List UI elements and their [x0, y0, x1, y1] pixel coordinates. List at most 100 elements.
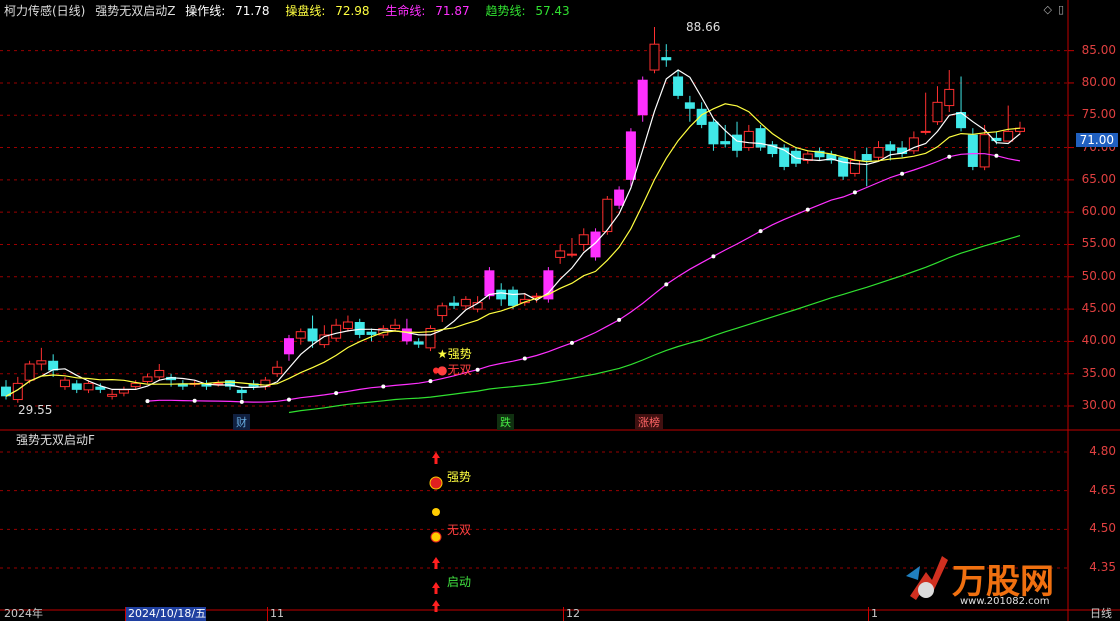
life-line-dot: [428, 379, 433, 384]
life-line-dot: [286, 397, 291, 402]
life-value: 71.87: [435, 4, 470, 18]
life-line-dot: [617, 317, 622, 322]
candle-body: [614, 189, 625, 206]
candle-body: [590, 231, 601, 258]
candle-body: [684, 102, 695, 109]
trend-value: 57.43: [535, 4, 570, 18]
pan-line-label: 操盘线: 72.98: [285, 4, 375, 18]
stock-name[interactable]: 柯力传感(日线): [4, 4, 85, 18]
candle-body: [460, 298, 471, 307]
date-year: 2024年: [4, 607, 43, 620]
candle-body: [979, 134, 990, 168]
candle-body: [36, 360, 47, 365]
life-line-dot: [381, 384, 386, 389]
low-price-label: 29.55: [18, 403, 53, 417]
candle-body: [130, 382, 141, 388]
period-label[interactable]: 日线: [1088, 607, 1112, 621]
price-axis-label: 55.00: [1081, 236, 1116, 251]
trend-label-text: 趋势线:: [485, 4, 526, 18]
candle-body: [354, 322, 365, 335]
candle-body: [59, 379, 70, 388]
op-line: [5, 69, 1021, 397]
candle-body: [154, 369, 165, 378]
candle-body: [390, 324, 401, 329]
candle-body: [849, 159, 860, 174]
life-label-text: 生命线:: [385, 4, 426, 18]
wushuang-badge-icon: [430, 531, 442, 543]
candle-body: [1003, 130, 1014, 142]
candle-body: [307, 328, 318, 342]
op-line-label: 操作线: 71.78: [185, 4, 275, 18]
candle-body: [861, 154, 872, 161]
life-line-dot: [569, 340, 574, 345]
candle-body: [236, 389, 247, 394]
kline-chart[interactable]: [0, 0, 1120, 621]
life-line-dot: [522, 356, 527, 361]
candle-body: [283, 338, 294, 355]
life-line-label: 生命线: 71.87: [385, 4, 475, 18]
date-cursor[interactable]: 2024/10/18/五: [125, 607, 207, 621]
pan-label-text: 操盘线:: [285, 4, 326, 18]
lower-axis-label: 4.80: [1089, 444, 1116, 458]
trend-line-label: 趋势线: 57.43: [485, 4, 575, 18]
candle-body: [956, 112, 967, 129]
life-line-dot: [711, 254, 716, 259]
life-line-dot: [664, 282, 669, 287]
wushuang-medal-icon: [432, 508, 440, 516]
candle-body: [295, 331, 306, 339]
watermark-arrow-icon: [904, 546, 948, 602]
candle-body: [790, 150, 801, 164]
life-line-dot: [805, 207, 810, 212]
current-price-box: 71.00: [1075, 133, 1118, 148]
lower-qiangshi-label: 强势: [447, 470, 472, 484]
candle-body: [602, 198, 613, 233]
lower-qidong-label: 启动: [447, 575, 472, 589]
life-line-dot: [994, 153, 999, 158]
tag-cai[interactable]: 财: [233, 414, 250, 430]
candle-body: [566, 253, 577, 256]
up-arrow-icon: [432, 452, 440, 464]
price-axis-label: 30.00: [1081, 398, 1116, 412]
candle-body: [625, 131, 636, 180]
candle-body: [107, 393, 118, 397]
price-axis-label: 85.00: [1081, 42, 1116, 57]
candle-body: [437, 305, 448, 317]
life-line-dot: [334, 391, 339, 396]
candle-body: [708, 121, 719, 145]
up-arrow-icon: [432, 582, 440, 594]
candle-body: [366, 331, 377, 335]
candle-body: [342, 321, 353, 329]
candle-body: [720, 141, 731, 145]
candle-body: [118, 389, 129, 394]
candle-body: [920, 130, 931, 133]
signal-qiangshi: ★强势: [437, 347, 472, 361]
lower-axis-label: 4.35: [1089, 560, 1116, 574]
date-month-1: 1: [868, 607, 878, 621]
candle-body: [732, 134, 743, 151]
settings-diamond-icon[interactable]: ◇: [1044, 3, 1052, 16]
watermark-url: www.201082.com: [960, 596, 1050, 607]
life-line-dot: [758, 229, 763, 234]
price-axis-label: 45.00: [1081, 301, 1116, 316]
life-line-dot: [192, 398, 197, 403]
qiangshi-badge-icon: [429, 476, 443, 490]
trend-line: [288, 235, 1021, 414]
life-line: [147, 152, 1021, 403]
pan-value: 72.98: [335, 4, 370, 18]
candle-body: [83, 382, 94, 391]
lower-axis-label: 4.65: [1089, 482, 1116, 497]
date-month-11: 11: [267, 607, 284, 621]
candle-body: [885, 144, 896, 151]
date-month-12: 12: [563, 607, 580, 621]
tag-zhangting[interactable]: 涨榜: [635, 414, 663, 430]
candle-body: [932, 101, 943, 123]
price-axis-label: 65.00: [1081, 171, 1116, 186]
tag-die[interactable]: 跌: [497, 414, 514, 430]
lower-panel-title[interactable]: 强势无双启动F: [16, 431, 95, 448]
candle-body: [24, 363, 35, 381]
price-axis-label: 50.00: [1081, 268, 1116, 283]
indicator-name[interactable]: 强势无双启动Z: [95, 4, 175, 18]
candle-body: [743, 130, 754, 149]
candle-body: [413, 341, 424, 345]
menu-icon[interactable]: ▯: [1058, 3, 1064, 16]
